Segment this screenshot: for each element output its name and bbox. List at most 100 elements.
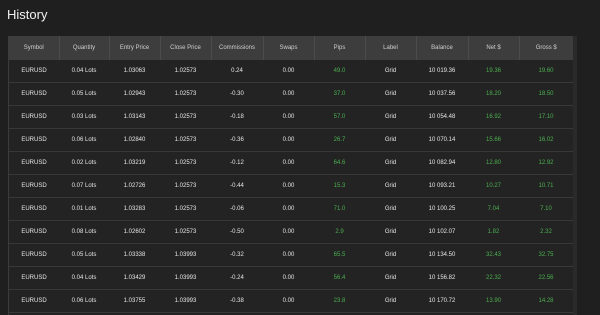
table-cell: 1.02840 bbox=[109, 128, 160, 152]
table-cell: 0.00 bbox=[263, 82, 314, 106]
table-cell: -0.30 bbox=[211, 82, 263, 106]
table-cell: 1.02726 bbox=[109, 174, 160, 198]
table-cell: 0.07 Lots bbox=[59, 174, 109, 198]
table-cell: 0.08 Lots bbox=[59, 220, 109, 244]
table-cell: 0.01 Lots bbox=[59, 197, 109, 221]
column-header-gross[interactable]: Gross $ bbox=[519, 36, 573, 60]
table-cell: 1.02573 bbox=[160, 128, 211, 152]
table-cell: Grid bbox=[365, 289, 416, 313]
table-row[interactable]: EURUSD 0.04 Lots 1.03063 1.02573 0.24 0.00 49.… bbox=[9, 60, 573, 83]
column-header-swaps[interactable]: Swaps bbox=[263, 36, 315, 60]
table-cell: 17.10 bbox=[519, 105, 573, 129]
table-cell: EURUSD bbox=[9, 128, 59, 152]
table-row[interactable]: EURUSD 0.05 Lots 1.03338 1.03993 -0.32 0.00 65… bbox=[9, 243, 573, 267]
table-cell: EURUSD bbox=[9, 220, 59, 244]
table-cell: 0.06 Lots bbox=[59, 128, 109, 152]
table-cell: 32.43 bbox=[468, 243, 519, 267]
table-cell: 1.03219 bbox=[109, 151, 160, 175]
table-cell: 0.05 Lots bbox=[59, 82, 109, 106]
table-cell: 10 019.36 bbox=[416, 60, 468, 83]
table-cell: 10.71 bbox=[519, 174, 573, 198]
table-cell: -0.50 bbox=[211, 220, 263, 244]
table-cell: 10.27 bbox=[468, 174, 519, 198]
table-cell: 1.03993 bbox=[160, 289, 211, 313]
table-cell: 10 102.07 bbox=[416, 220, 468, 244]
table-cell: 1.02573 bbox=[160, 105, 211, 129]
table-cell: 0.05 Lots bbox=[59, 243, 109, 267]
table-cell: -0.36 bbox=[211, 128, 263, 152]
table-cell: 0.00 bbox=[263, 266, 314, 290]
column-header-pips[interactable]: Pips bbox=[314, 36, 366, 60]
table-row[interactable]: EURUSD 0.04 Lots 1.03429 1.03993 -0.24 0.00 56… bbox=[9, 266, 573, 290]
vertical-scrollbar[interactable] bbox=[573, 36, 577, 315]
table-cell: 16.02 bbox=[519, 128, 573, 152]
table-cell: Grid bbox=[365, 174, 416, 198]
table-cell: 1.02573 bbox=[160, 82, 211, 106]
table-cell: 0.00 bbox=[263, 220, 314, 244]
table-row[interactable]: EURUSD 0.05 Lots 1.02943 1.02573 -0.30 0.00 37… bbox=[9, 82, 573, 106]
table-cell: 49.0 bbox=[314, 60, 365, 83]
table-cell: 0.00 bbox=[263, 151, 314, 175]
table-cell: 1.03338 bbox=[109, 243, 160, 267]
table-cell: Grid bbox=[365, 82, 416, 106]
table-cell: 10 054.48 bbox=[416, 105, 468, 129]
table-cell: 1.03993 bbox=[160, 243, 211, 267]
table-cell: 1.03429 bbox=[109, 266, 160, 290]
table-cell: 19.60 bbox=[519, 60, 573, 83]
table-row[interactable]: EURUSD 0.06 Lots 1.03755 1.03993 -0.38 0.00 23… bbox=[9, 289, 573, 313]
table-row[interactable]: EURUSD 0.07 Lots 1.02726 1.02573 -0.44 0.00 15… bbox=[9, 174, 573, 198]
table-row[interactable]: EURUSD 0.06 Lots 1.02840 1.02573 -0.36 0.00 26… bbox=[9, 128, 573, 152]
table-cell: 37.0 bbox=[314, 82, 365, 106]
table-cell: 10 170.72 bbox=[416, 289, 468, 313]
table-cell: 71.0 bbox=[314, 197, 365, 221]
column-header-commissions[interactable]: Commissions bbox=[211, 36, 264, 60]
column-header-label[interactable]: Label bbox=[365, 36, 417, 60]
table-row[interactable]: EURUSD 0.01 Lots 1.03283 1.02573 -0.06 0.00 71… bbox=[9, 197, 573, 221]
table-cell: 0.04 Lots bbox=[59, 60, 109, 83]
table-cell: 1.03283 bbox=[109, 197, 160, 221]
table-cell: 0.03 Lots bbox=[59, 105, 109, 129]
column-header-symbol[interactable]: Symbol bbox=[9, 36, 60, 60]
table-cell: 23.8 bbox=[314, 289, 365, 313]
table-cell: 0.24 bbox=[211, 60, 263, 83]
column-header-net[interactable]: Net $ bbox=[468, 36, 520, 60]
table-cell: Grid bbox=[365, 197, 416, 221]
table-cell: EURUSD bbox=[9, 174, 59, 198]
table-cell: Grid bbox=[365, 220, 416, 244]
table-cell: 15.66 bbox=[468, 128, 519, 152]
table-cell: EURUSD bbox=[9, 151, 59, 175]
table-cell: 0.04 Lots bbox=[59, 266, 109, 290]
table-cell: 19.36 bbox=[468, 60, 519, 83]
table-cell: -0.06 bbox=[211, 197, 263, 221]
table-cell: 7.10 bbox=[519, 197, 573, 221]
column-header-close-price[interactable]: Close Price bbox=[160, 36, 212, 60]
table-row[interactable]: EURUSD 0.08 Lots 1.02602 1.02573 -0.50 0.00 2.… bbox=[9, 220, 573, 244]
table-cell: 0.06 Lots bbox=[59, 289, 109, 313]
table-header-row: Symbol Quantity Entry Price Close Price Comm… bbox=[9, 36, 573, 60]
column-header-quantity[interactable]: Quantity bbox=[59, 36, 110, 60]
table-cell: 1.02943 bbox=[109, 82, 160, 106]
table-row[interactable]: EURUSD 0.02 Lots 1.03219 1.02573 -0.12 0.00 64… bbox=[9, 151, 573, 175]
table-body: EURUSD 0.04 Lots 1.03063 1.02573 0.24 0.00 49.… bbox=[9, 60, 573, 313]
table-cell: 12.92 bbox=[519, 151, 573, 175]
table-cell: 2.9 bbox=[314, 220, 365, 244]
table-cell: 0.02 Lots bbox=[59, 151, 109, 175]
table-cell: -0.38 bbox=[211, 289, 263, 313]
table-row[interactable]: EURUSD 0.03 Lots 1.03143 1.02573 -0.18 0.00 57… bbox=[9, 105, 573, 129]
table-cell: 1.02573 bbox=[160, 197, 211, 221]
table-cell: 0.00 bbox=[263, 105, 314, 129]
table-cell: EURUSD bbox=[9, 289, 59, 313]
history-table-panel: Symbol Quantity Entry Price Close Price Comm… bbox=[8, 36, 574, 315]
table-cell: EURUSD bbox=[9, 105, 59, 129]
table-cell: 10 037.56 bbox=[416, 82, 468, 106]
table-cell: -0.18 bbox=[211, 105, 263, 129]
table-cell: 16.92 bbox=[468, 105, 519, 129]
table-cell: 1.03755 bbox=[109, 289, 160, 313]
column-header-entry-price[interactable]: Entry Price bbox=[109, 36, 161, 60]
table-cell: EURUSD bbox=[9, 82, 59, 106]
table-cell: 1.02573 bbox=[160, 220, 211, 244]
table-cell: 1.02602 bbox=[109, 220, 160, 244]
column-header-balance[interactable]: Balance bbox=[416, 36, 469, 60]
table-cell: 0.00 bbox=[263, 197, 314, 221]
table-cell: 1.03143 bbox=[109, 105, 160, 129]
